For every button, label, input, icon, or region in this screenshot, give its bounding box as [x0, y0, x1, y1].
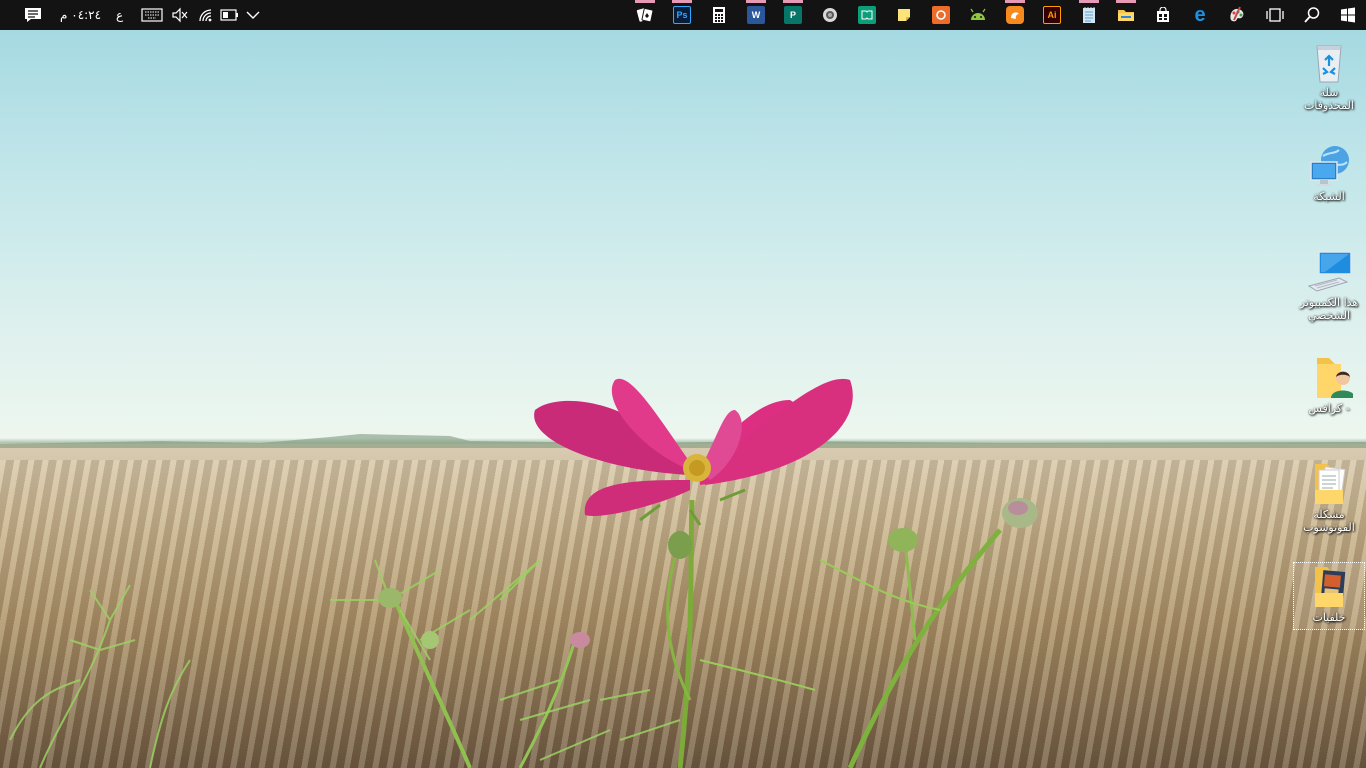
paint-icon[interactable]	[1225, 3, 1249, 27]
action-center-icon[interactable]	[21, 3, 45, 27]
desktop-icon-user-folder[interactable]: - كرافس	[1293, 354, 1365, 426]
touch-keyboard-icon[interactable]	[140, 3, 164, 27]
book-icon[interactable]	[855, 3, 879, 27]
folder-icon[interactable]	[1114, 0, 1138, 27]
desktop-icon-label: سلة المحذوفات	[1304, 86, 1354, 112]
input-language[interactable]: ع	[116, 7, 123, 23]
taskbar: ٠٤:٢٤ م ع Ps W P Ai e	[0, 0, 1366, 30]
desktop-icon-label: هذا الكمبيوتر الشخصي	[1299, 296, 1359, 322]
clock[interactable]: ٠٤:٢٤ م	[60, 7, 101, 23]
sticky-notes-icon[interactable]	[892, 3, 916, 27]
desktop-icon-label: خلفيات	[1312, 611, 1346, 624]
desktop-wallpaper[interactable]	[0, 0, 1366, 768]
wifi-icon[interactable]	[194, 3, 218, 27]
desktop-icon-label: - كرافس	[1308, 402, 1350, 415]
desktop-icon-network[interactable]: الشبكة	[1293, 142, 1365, 212]
uc-browser-icon[interactable]	[1003, 0, 1027, 27]
word-icon[interactable]: W	[744, 0, 768, 27]
desktop-icon-this-pc[interactable]: هذا الكمبيوتر الشخصي	[1293, 248, 1365, 332]
search-icon[interactable]	[1300, 3, 1324, 27]
notepad-icon[interactable]	[1077, 0, 1101, 27]
battery-icon[interactable]	[218, 3, 242, 27]
windows-logo-icon[interactable]	[1336, 3, 1360, 27]
desktop-icon-recycle-bin[interactable]: سلة المحذوفات	[1293, 38, 1365, 122]
user-folder-icon	[1305, 354, 1355, 402]
edge-icon[interactable]: e	[1188, 3, 1212, 27]
camera-icon[interactable]	[818, 3, 842, 27]
android-icon[interactable]	[966, 3, 990, 27]
publisher-icon[interactable]: P	[781, 0, 805, 27]
volume-muted-icon[interactable]	[168, 3, 192, 27]
wallpaper-flower-illustration	[0, 378, 1366, 768]
recycle-bin-icon	[1305, 38, 1353, 86]
computer-icon	[1305, 248, 1353, 296]
illustrator-icon[interactable]: Ai	[1040, 3, 1064, 27]
desktop-icon-label: مشكلة الفوتوشوب	[1303, 508, 1355, 534]
desktop-icon-label: الشبكة	[1313, 190, 1345, 203]
orange-app-icon[interactable]	[929, 3, 953, 27]
desktop-icon-photoshop-issue[interactable]: مشكلة الفوتوشوب	[1293, 460, 1365, 544]
photoshop-icon[interactable]: Ps	[670, 0, 694, 27]
pictures-folder-icon	[1305, 563, 1353, 611]
desktop-icon-wallpapers[interactable]: خلفيات	[1293, 562, 1365, 630]
cards-icon[interactable]	[633, 0, 657, 27]
task-view-icon[interactable]	[1263, 3, 1287, 27]
documents-folder-icon	[1305, 460, 1353, 508]
calculator-icon[interactable]	[707, 3, 731, 27]
show-hidden-icons-chevron[interactable]	[241, 3, 265, 27]
network-icon	[1305, 142, 1353, 190]
store-icon[interactable]	[1151, 3, 1175, 27]
